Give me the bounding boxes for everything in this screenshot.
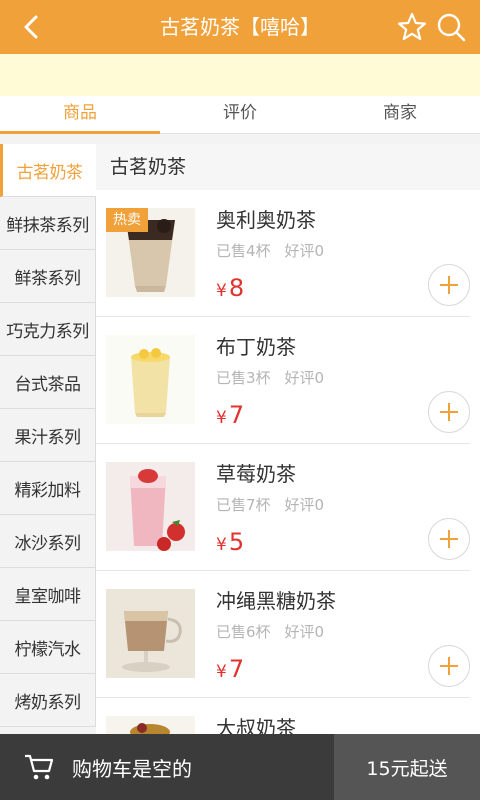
sold-count: 已售7杯: [216, 496, 271, 514]
sidebar-item-gumingnaicha[interactable]: 古茗奶茶: [0, 144, 96, 197]
product-item[interactable]: 草莓奶茶 已售7杯 好评0 ¥5: [96, 444, 470, 571]
product-image: [106, 589, 195, 678]
currency-symbol: ¥: [216, 408, 227, 428]
product-item[interactable]: 热卖 奥利奥奶茶 已售4杯 好评0 ¥8: [96, 190, 470, 317]
rating-count: 好评0: [284, 623, 325, 641]
sidebar-item-lemon-soda[interactable]: 柠檬汽水: [0, 621, 96, 674]
add-to-cart-button[interactable]: [428, 264, 470, 306]
add-to-cart-button[interactable]: [428, 645, 470, 687]
cart-status: 购物车是空的: [72, 756, 192, 781]
cart-icon: [25, 754, 54, 780]
search-icon: [437, 13, 466, 42]
product-price: ¥8: [216, 274, 244, 302]
product-name: 大叔奶茶: [216, 716, 296, 734]
add-to-cart-button[interactable]: [428, 391, 470, 433]
sidebar-item-baked-milk[interactable]: 烤奶系列: [0, 674, 96, 727]
tab-bar: 商品 评价 商家: [0, 96, 480, 134]
product-image: [106, 462, 195, 551]
sidebar-item-juice[interactable]: 果汁系列: [0, 409, 96, 462]
sold-count: 已售3杯: [216, 369, 271, 387]
product-stats: 已售6杯 好评0: [216, 621, 324, 642]
cart-button[interactable]: 购物车是空的: [0, 734, 334, 800]
sidebar-item-fresh-tea[interactable]: 鲜茶系列: [0, 250, 96, 303]
product-name: 草莓奶茶: [216, 462, 296, 486]
top-bar: 古茗奶茶【嘻哈】: [0, 0, 480, 54]
price-value: 8: [228, 274, 245, 302]
product-price: ¥5: [216, 528, 244, 556]
sidebar-item-coffee[interactable]: 皇室咖啡: [0, 568, 96, 621]
product-item[interactable]: 冲绳黑糖奶茶 已售6杯 好评0 ¥7: [96, 571, 470, 698]
tab-merchant[interactable]: 商家: [320, 96, 480, 133]
star-outline-icon: [397, 12, 427, 41]
plus-icon: [440, 530, 458, 548]
sold-count: 已售6杯: [216, 623, 271, 641]
product-stats: 已售7杯 好评0: [216, 494, 324, 515]
rating-count: 好评0: [284, 496, 325, 514]
category-heading: 古茗奶茶: [96, 144, 480, 190]
price-value: 5: [228, 528, 245, 556]
sidebar-item-smoothie[interactable]: 冰沙系列: [0, 515, 96, 568]
add-to-cart-button[interactable]: [428, 518, 470, 560]
tab-reviews[interactable]: 评价: [160, 96, 320, 133]
favorite-button[interactable]: [396, 11, 428, 43]
product-name: 冲绳黑糖奶茶: [216, 589, 336, 613]
product-item[interactable]: 布丁奶茶 已售3杯 好评0 ¥7: [96, 317, 470, 444]
product-name: 布丁奶茶: [216, 335, 296, 359]
cart-bar: 购物车是空的 15元起送: [0, 734, 480, 800]
sidebar-item-matcha[interactable]: 鲜抹茶系列: [0, 197, 96, 250]
product-image: [106, 335, 195, 424]
rating-count: 好评0: [284, 242, 325, 260]
price-value: 7: [228, 655, 245, 683]
product-price: ¥7: [216, 655, 244, 683]
search-button[interactable]: [434, 10, 468, 44]
min-order-label: 15元起送: [334, 734, 480, 800]
hot-badge: 热卖: [106, 208, 148, 232]
currency-symbol: ¥: [216, 535, 227, 555]
sidebar-item-taiwan-tea[interactable]: 台式茶品: [0, 356, 96, 409]
tab-products[interactable]: 商品: [0, 96, 160, 134]
currency-symbol: ¥: [216, 281, 227, 301]
notice-banner: [0, 54, 480, 96]
rating-count: 好评0: [284, 369, 325, 387]
plus-icon: [440, 403, 458, 421]
currency-symbol: ¥: [216, 662, 227, 682]
product-stats: 已售4杯 好评0: [216, 240, 324, 261]
product-price: ¥7: [216, 401, 244, 429]
sold-count: 已售4杯: [216, 242, 271, 260]
product-item[interactable]: 大叔奶茶: [96, 698, 470, 734]
category-sidebar[interactable]: 古茗奶茶 鲜抹茶系列 鲜茶系列 巧克力系列 台式茶品 果汁系列 精彩加料 冰沙系…: [0, 144, 96, 734]
sidebar-item-chocolate[interactable]: 巧克力系列: [0, 303, 96, 356]
plus-icon: [440, 276, 458, 294]
sidebar-item-toppings[interactable]: 精彩加料: [0, 462, 96, 515]
product-image: [106, 716, 195, 734]
product-stats: 已售3杯 好评0: [216, 367, 324, 388]
product-list[interactable]: 古茗奶茶 热卖 奥利奥奶茶 已售4杯 好评0 ¥8 布丁奶茶 已售3杯 好评0 …: [96, 144, 480, 734]
price-value: 7: [228, 401, 245, 429]
plus-icon: [440, 657, 458, 675]
product-name: 奥利奥奶茶: [216, 208, 316, 232]
